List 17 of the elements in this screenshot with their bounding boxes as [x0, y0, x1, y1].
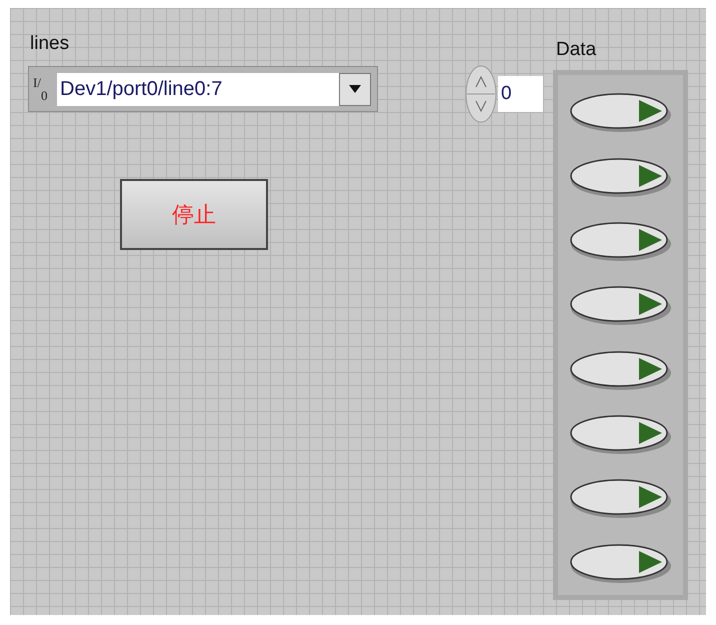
toggle-switch[interactable] [568, 413, 672, 456]
toggle-switch[interactable] [568, 284, 672, 326]
control-label: lines [30, 32, 70, 56]
dropdown-button[interactable] [339, 72, 371, 106]
io-icon: I/0 [33, 76, 57, 102]
toggle-switch[interactable] [568, 91, 672, 134]
spinner-icon[interactable] [465, 65, 497, 123]
toggle-switch[interactable] [568, 156, 672, 198]
caret-icon [349, 85, 361, 93]
toggle-switch[interactable] [568, 542, 672, 584]
index-field[interactable]: 0 [498, 76, 543, 112]
array-label: Data [556, 38, 596, 62]
dropdown-field[interactable]: I/0 Dev1/port0/line0:7 [28, 66, 378, 112]
toggle-switch[interactable] [568, 220, 672, 262]
dropdown-value: Dev1/port0/line0:7 [57, 72, 339, 106]
toggle-switch[interactable] [568, 348, 672, 391]
toggle-switch[interactable] [568, 477, 672, 520]
